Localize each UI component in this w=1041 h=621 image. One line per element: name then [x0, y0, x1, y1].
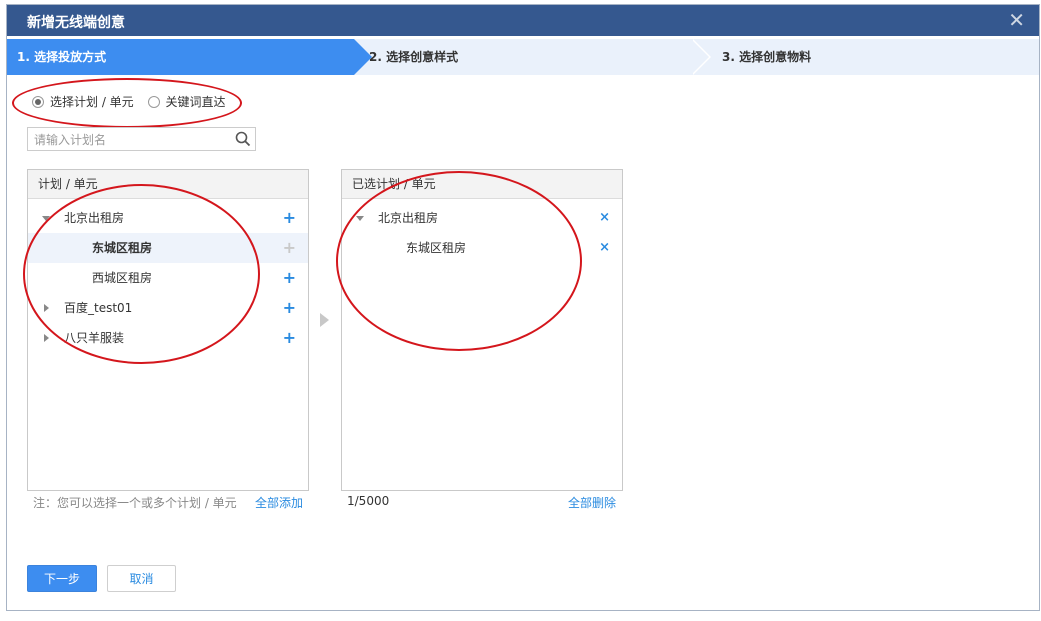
step-1-label: 1. 选择投放方式: [17, 50, 107, 64]
selected-panel: 已选计划 / 单元 北京出租房 × 东城区租房 ×: [341, 169, 623, 491]
plan-search-box: [27, 127, 256, 151]
tree-item-label: 八只羊服装: [64, 331, 125, 345]
close-icon[interactable]: ✕: [1008, 8, 1025, 32]
plan-unit-panel-header: 计划 / 单元: [28, 170, 308, 199]
radio-plan-unit-label: 选择计划 / 单元: [50, 95, 134, 109]
tree-item-label: 东城区租房: [92, 241, 153, 255]
add-icon[interactable]: +: [283, 203, 296, 233]
tree-item[interactable]: 东城区租房 +: [28, 233, 308, 263]
add-icon[interactable]: +: [283, 293, 296, 323]
search-icon[interactable]: [235, 131, 251, 147]
radio-dot[interactable]: [32, 95, 44, 108]
mode-radio-group: 选择计划 / 单元 关键词直达: [32, 93, 236, 111]
add-icon[interactable]: +: [283, 263, 296, 293]
dialog-title-bar: 新增无线端创意 ✕: [7, 5, 1039, 36]
tree-item[interactable]: 百度_test01 +: [28, 293, 308, 323]
collapse-triangle-icon[interactable]: [44, 304, 49, 312]
step-3-label: 3. 选择创意物料: [722, 50, 812, 64]
radio-keyword-direct[interactable]: 关键词直达: [147, 93, 226, 110]
selected-count: 1/5000: [347, 494, 390, 508]
add-icon[interactable]: +: [283, 323, 296, 353]
step-2-label: 2. 选择创意样式: [369, 50, 459, 64]
radio-dot[interactable]: [147, 95, 160, 108]
add-all-link[interactable]: 全部添加: [255, 494, 303, 511]
tree-item[interactable]: 北京出租房 +: [28, 203, 308, 233]
tree-item[interactable]: 八只羊服装 +: [28, 323, 308, 353]
step-1: 1. 选择投放方式: [7, 39, 372, 75]
next-button[interactable]: 下一步: [27, 565, 97, 592]
expand-triangle-icon[interactable]: [42, 216, 50, 221]
selected-panel-header: 已选计划 / 单元: [342, 170, 622, 199]
delete-all-link[interactable]: 全部删除: [568, 494, 616, 511]
selected-item[interactable]: 北京出租房 ×: [342, 203, 622, 233]
selected-item-label: 东城区租房: [406, 241, 467, 255]
tree-item[interactable]: 西城区租房 +: [28, 263, 308, 293]
search-input[interactable]: [32, 130, 236, 150]
step-3: 3. 选择创意物料: [712, 39, 1037, 75]
step-2: 2. 选择创意样式: [359, 39, 694, 75]
dialog-title: 新增无线端创意: [27, 15, 125, 31]
remove-icon[interactable]: ×: [599, 203, 610, 233]
tree-item-label: 北京出租房: [64, 211, 125, 225]
add-icon: +: [282, 238, 296, 257]
step-bar: 1. 选择投放方式 2. 选择创意样式 3. 选择创意物料: [7, 39, 1039, 75]
collapse-triangle-icon[interactable]: [44, 334, 49, 342]
expand-triangle-icon[interactable]: [356, 216, 364, 221]
radio-keyword-direct-label: 关键词直达: [165, 95, 226, 109]
radio-plan-unit[interactable]: 选择计划 / 单元: [32, 93, 134, 110]
selected-item[interactable]: 东城区租房 ×: [342, 233, 622, 263]
move-right-arrow-icon[interactable]: [320, 313, 329, 327]
tree-item-label: 西城区租房: [92, 271, 153, 285]
cancel-button[interactable]: 取消: [107, 565, 176, 592]
selection-note: 注：您可以选择一个或多个计划 / 单元: [33, 496, 237, 510]
step-separator-fill: [691, 39, 709, 75]
selected-item-label: 北京出租房: [378, 211, 439, 225]
plan-unit-panel: 计划 / 单元 北京出租房 + 东城区租房 + 西城区租房 + 百度_test0…: [27, 169, 309, 491]
remove-icon[interactable]: ×: [599, 233, 610, 263]
tree-item-label: 百度_test01: [64, 301, 133, 315]
